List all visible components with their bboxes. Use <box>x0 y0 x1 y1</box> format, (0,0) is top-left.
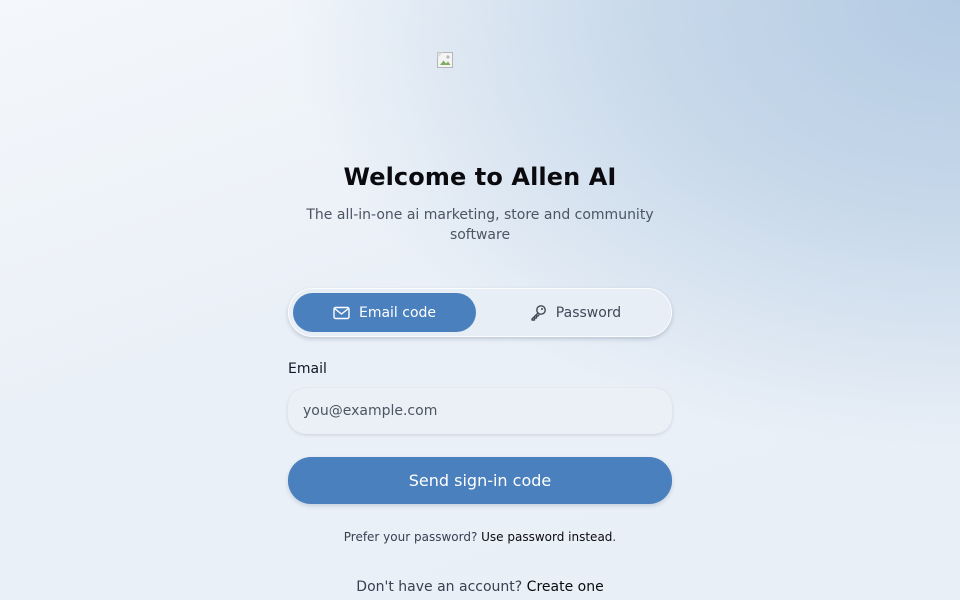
email-code-tab-label: Email code <box>358 304 437 321</box>
page-subtitle: The all-in-one ai marketing, store and c… <box>306 207 654 243</box>
logo-broken-image-icon <box>437 52 453 68</box>
password-tab-label: Password <box>555 304 622 321</box>
send-sign-in-code-button[interactable]: Send sign-in code <box>288 457 672 504</box>
password-hint-prefix: Prefer your password? <box>343 530 482 544</box>
password-hint: Prefer your password? Use password inste… <box>0 530 960 544</box>
auth-mode-toggle: Email code Password <box>288 288 672 337</box>
email-field-label: Email <box>288 361 327 377</box>
email-field[interactable] <box>288 388 672 434</box>
key-icon <box>530 304 547 321</box>
signup-prompt: Don't have an account? Create one <box>0 579 960 595</box>
signup-prefix: Don't have an account? <box>356 579 527 595</box>
use-password-instead-link[interactable]: Use password instead <box>481 530 612 544</box>
mail-icon <box>333 306 350 320</box>
create-account-link[interactable]: Create one <box>527 579 604 595</box>
page-title: Welcome to Allen AI <box>343 163 617 191</box>
email-code-tab[interactable]: Email code <box>293 293 476 332</box>
password-hint-suffix: . <box>612 530 617 544</box>
password-tab[interactable]: Password <box>484 293 667 332</box>
